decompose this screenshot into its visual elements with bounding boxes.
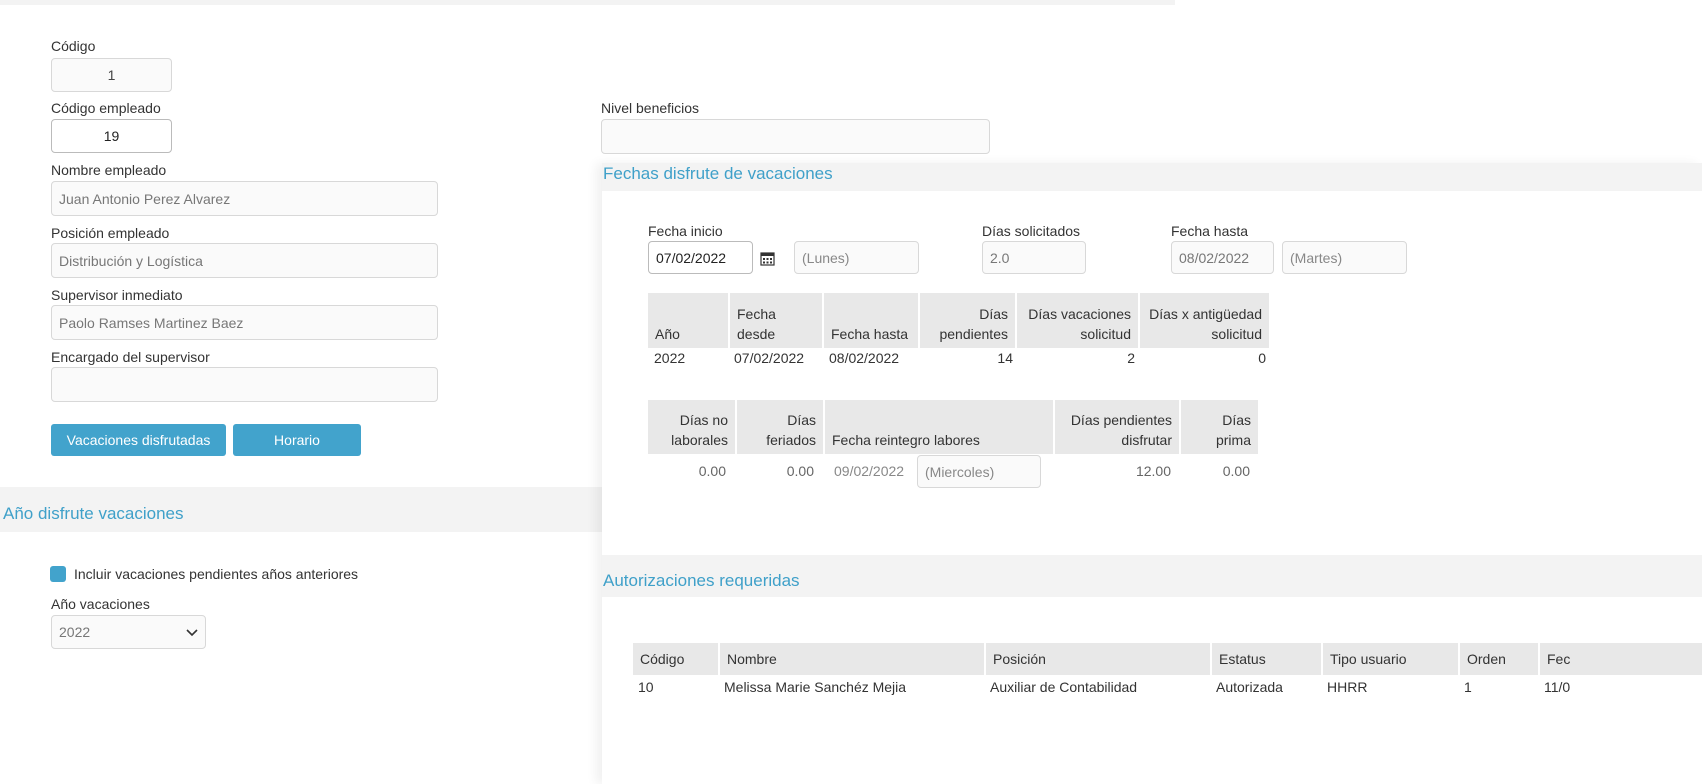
table1-header-anio: Año <box>648 293 728 348</box>
chevron-down-icon <box>186 624 198 640</box>
auth-cell-posicion: Auxiliar de Contabilidad <box>990 679 1138 695</box>
auth-cell-fecha: 11/0 <box>1544 679 1571 695</box>
encargado-label: Encargado del supervisor <box>51 349 210 365</box>
nombre-empleado-field[interactable]: Juan Antonio Perez Alvarez <box>51 181 438 216</box>
codigo-field[interactable]: 1 <box>51 58 172 92</box>
anio-vacaciones-label: Año vacaciones <box>51 596 150 612</box>
auth-cell-orden: 1 <box>1464 679 1472 695</box>
fecha-inicio-input[interactable]: 07/02/2022 <box>648 241 753 274</box>
supervisor-field[interactable]: Paolo Ramses Martinez Baez <box>51 305 438 340</box>
table1-header-fecha-hasta: Fecha hasta <box>824 293 918 348</box>
auth-header-nombre: Nombre <box>720 643 984 675</box>
nivel-beneficios-label: Nivel beneficios <box>601 100 700 116</box>
dias-solicitados-label: Días solicitados <box>982 223 1081 239</box>
table2-header-no-laborales: Días no laborales <box>648 400 735 454</box>
auth-header-estatus: Estatus <box>1212 643 1321 675</box>
table1-header-dias-antiguedad: Días x antigüedad solicitud <box>1140 293 1269 348</box>
table2-header-pendientes: Días pendientes disfrutar <box>1055 400 1179 454</box>
table2-header-feriados: Días feriados <box>737 400 823 454</box>
table2-cell-prima: 0.00 <box>1222 463 1250 479</box>
posicion-empleado-label: Posición empleado <box>51 225 170 241</box>
incluir-checkbox-label: Incluir vacaciones pendientes años anter… <box>74 566 359 582</box>
auth-header-codigo: Código <box>633 643 718 675</box>
table2-cell-reintegro-fecha: 09/02/2022 <box>834 463 905 479</box>
dias-solicitados-input[interactable]: 2.0 <box>982 241 1086 274</box>
auth-cell-estatus: Autorizada <box>1216 679 1283 695</box>
table1-header-dias-pendientes: Días pendientes <box>920 293 1015 348</box>
fecha-hasta-input[interactable]: 08/02/2022 <box>1171 241 1274 274</box>
anio-vacaciones-select[interactable]: 2022 <box>51 615 206 649</box>
fecha-hasta-label: Fecha hasta <box>1171 223 1249 239</box>
table1-cell-anio: 2022 <box>654 350 686 366</box>
table2-cell-no-laborales: 0.00 <box>698 463 726 479</box>
nivel-beneficios-field[interactable] <box>601 119 990 154</box>
auth-header-orden: Orden <box>1460 643 1538 675</box>
autorizaciones-section-title: Autorizaciones requeridas <box>603 571 800 590</box>
auth-cell-nombre: Melissa Marie Sanchéz Mejia <box>724 679 907 695</box>
vacaciones-disfrutadas-button[interactable]: Vacaciones disfrutadas <box>51 424 226 456</box>
auth-header-posicion: Posición <box>986 643 1210 675</box>
auth-cell-codigo: 10 <box>638 679 654 695</box>
auth-header-tipo-usuario: Tipo usuario <box>1323 643 1458 675</box>
fecha-inicio-label: Fecha inicio <box>648 223 723 239</box>
table2-cell-reintegro-dia: (Miercoles) <box>917 455 1041 488</box>
auth-header-fecha: Fec <box>1540 643 1702 675</box>
table2-header-reintegro: Fecha reintegro labores <box>825 400 1053 454</box>
horario-button[interactable]: Horario <box>233 424 361 456</box>
nombre-empleado-label: Nombre empleado <box>51 162 167 178</box>
fechas-section-title: Fechas disfrute de vacaciones <box>603 164 833 183</box>
incluir-checkbox[interactable] <box>50 566 66 582</box>
table1-cell-dias-antiguedad: 0 <box>1258 350 1266 366</box>
calendar-icon[interactable] <box>760 251 775 266</box>
table1-cell-dias-vacaciones: 2 <box>1127 350 1135 366</box>
codigo-label: Código <box>51 38 96 54</box>
table1-cell-fecha-desde: 07/02/2022 <box>734 350 805 366</box>
table2-cell-feriados: 0.00 <box>786 463 814 479</box>
table2-cell-pendientes: 12.00 <box>1135 463 1171 479</box>
posicion-empleado-field[interactable]: Distribución y Logística <box>51 243 438 278</box>
table1-cell-fecha-hasta: 08/02/2022 <box>829 350 900 366</box>
fecha-hasta-day: (Martes) <box>1282 241 1407 274</box>
anio-section-title: Año disfrute vacaciones <box>3 504 184 523</box>
anio-vacaciones-value: 2022 <box>59 624 91 640</box>
codigo-empleado-field[interactable]: 19 <box>51 119 172 153</box>
table1-cell-dias-pendientes: 14 <box>997 350 1013 366</box>
encargado-field[interactable] <box>51 367 438 402</box>
top-strip <box>0 0 1175 5</box>
fecha-inicio-day: (Lunes) <box>794 241 919 274</box>
codigo-empleado-label: Código empleado <box>51 100 161 116</box>
auth-cell-tipo-usuario: HHRR <box>1327 679 1368 695</box>
supervisor-label: Supervisor inmediato <box>51 287 183 303</box>
table1-header-fecha-desde: Fecha desde <box>730 293 822 348</box>
table2-header-prima: Días prima <box>1181 400 1258 454</box>
table1-header-dias-vacaciones: Días vacaciones solicitud <box>1017 293 1138 348</box>
